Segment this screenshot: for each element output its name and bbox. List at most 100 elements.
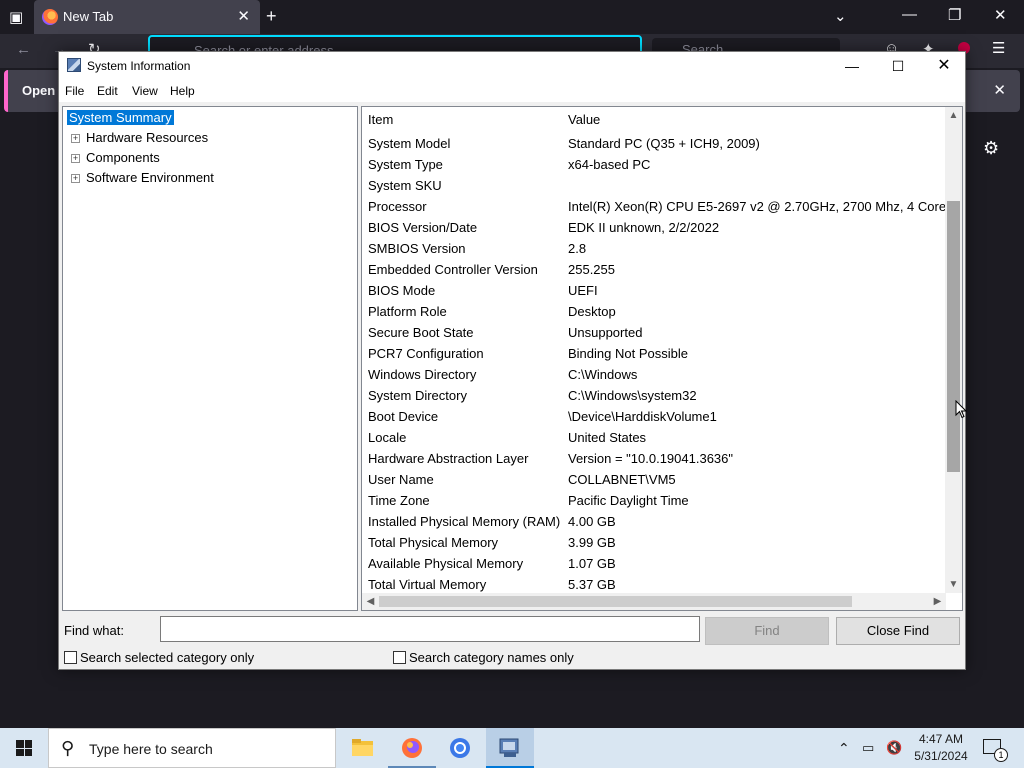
checkbox-box[interactable] [64, 651, 77, 664]
checkbox-box[interactable] [393, 651, 406, 664]
back-arrow-icon[interactable]: ← [16, 41, 31, 58]
start-button[interactable] [0, 728, 48, 768]
table-row[interactable]: System Model Standard PC (Q35 + ICH9, 200… [362, 134, 946, 155]
expand-plus-icon[interactable]: + [71, 134, 80, 143]
row-value-cell: Binding Not Possible [568, 346, 688, 361]
browser-minimize-icon[interactable]: — [902, 6, 917, 23]
column-header-value[interactable]: Value [568, 112, 600, 127]
tab-close-icon[interactable]: ✕ [237, 7, 250, 25]
checkbox-label: Search selected category only [80, 650, 255, 665]
horizontal-scroll-thumb[interactable] [379, 596, 852, 607]
taskbar-system-information[interactable] [486, 728, 534, 768]
tree-item-hardware-resources[interactable]: + Hardware Resources [71, 130, 208, 148]
taskbar-clock[interactable]: 4:47 AM 5/31/2024 [906, 731, 976, 765]
row-value-cell: United States [568, 430, 647, 445]
table-row[interactable]: Processor Intel(R) Xeon(R) CPU E5-2697 v2… [362, 197, 946, 218]
firefox-view-icon[interactable]: ▣ [9, 8, 23, 26]
browser-tab-new-tab[interactable]: New Tab ✕ [34, 0, 260, 34]
table-row[interactable]: Boot Device \Device\HarddiskVolume1 [362, 407, 946, 428]
firefox-logo-icon [42, 9, 58, 25]
table-row[interactable]: BIOS Mode UEFI [362, 281, 946, 302]
row-item-cell: Windows Directory [368, 367, 477, 382]
app-menu-icon[interactable]: ☰ [992, 39, 1005, 57]
tree-item-components[interactable]: + Components [71, 150, 160, 168]
taskbar-firefox[interactable] [388, 728, 436, 768]
table-row[interactable]: Total Physical Memory 3.99 GB [362, 533, 946, 554]
table-row[interactable]: Platform Role Desktop [362, 302, 946, 323]
table-row[interactable]: User Name COLLABNET\VM5 [362, 470, 946, 491]
table-row[interactable]: Available Physical Memory 1.07 GB [362, 554, 946, 575]
tree-item-system-summary[interactable]: System Summary [67, 110, 174, 128]
menu-help[interactable]: Help [170, 84, 195, 98]
scroll-down-icon[interactable]: ▼ [945, 576, 962, 593]
expand-plus-icon[interactable]: + [71, 174, 80, 183]
network-icon[interactable]: ▭ [862, 728, 874, 768]
tree-item-software-environment[interactable]: + Software Environment [71, 170, 214, 188]
row-value-cell: EDK II unknown, 2/2/2022 [568, 220, 720, 235]
find-what-input[interactable] [160, 616, 700, 642]
taskbar-chrome[interactable] [436, 728, 484, 768]
table-row[interactable]: Secure Boot State Unsupported [362, 323, 946, 344]
column-header-item[interactable]: Item [368, 112, 393, 127]
minimize-icon[interactable]: — [829, 52, 875, 80]
table-row[interactable]: Hardware Abstraction Layer Version = "10.… [362, 449, 946, 470]
row-item-cell: Processor [368, 199, 427, 214]
table-row[interactable]: Locale United States [362, 428, 946, 449]
table-row[interactable]: Embedded Controller Version 255.255 [362, 260, 946, 281]
table-row[interactable]: Windows Directory C:\Windows [362, 365, 946, 386]
row-value-cell: x64-based PC [568, 157, 651, 172]
system-information-window: System Information — ☐ ✕ File Edit View … [58, 51, 966, 670]
close-icon[interactable]: ✕ [921, 52, 967, 80]
horizontal-scrollbar[interactable]: ◀ ▶ [362, 593, 946, 610]
vertical-scrollbar[interactable]: ▲ ▼ [945, 107, 962, 593]
vertical-scroll-thumb[interactable] [947, 201, 960, 472]
find-button[interactable]: Find [705, 617, 829, 645]
row-item-cell: System Type [368, 157, 443, 172]
row-value-cell: C:\Windows [568, 367, 638, 382]
menu-file[interactable]: File [65, 84, 84, 98]
notification-text[interactable]: Open l [22, 83, 62, 98]
browser-restore-icon[interactable]: ❐ [948, 6, 961, 24]
show-hidden-icons-chevron-icon[interactable]: ⌃ [838, 728, 850, 768]
table-row[interactable]: SMBIOS Version 2.8 [362, 239, 946, 260]
scroll-left-icon[interactable]: ◀ [362, 593, 379, 610]
table-row[interactable]: Installed Physical Memory (RAM) 4.00 GB [362, 512, 946, 533]
row-item-cell: Platform Role [368, 304, 447, 319]
row-item-cell: PCR7 Configuration [368, 346, 484, 361]
taskbar-search-box[interactable]: ⚲ Type here to search [48, 728, 336, 768]
row-item-cell: System Directory [368, 388, 467, 403]
windows-logo-icon [16, 740, 32, 756]
tab-list-chevron-icon[interactable]: ⌄ [834, 7, 847, 25]
volume-muted-icon[interactable]: 🔇 [886, 728, 902, 768]
browser-close-icon[interactable]: ✕ [994, 6, 1007, 24]
close-find-button[interactable]: Close Find [836, 617, 960, 645]
new-tab-settings-gear-icon[interactable]: ⚙ [983, 138, 999, 159]
maximize-icon[interactable]: ☐ [875, 52, 921, 80]
search-icon: ⚲ [61, 738, 75, 758]
search-selected-category-checkbox[interactable]: Search selected category only [64, 650, 254, 665]
notification-close-icon[interactable]: ✕ [993, 81, 1006, 99]
scroll-up-icon[interactable]: ▲ [945, 107, 962, 124]
taskbar-file-explorer[interactable] [338, 728, 386, 768]
table-row[interactable]: PCR7 Configuration Binding Not Possible [362, 344, 946, 365]
new-tab-icon[interactable]: + [266, 6, 277, 27]
table-row[interactable]: BIOS Version/Date EDK II unknown, 2/2/202… [362, 218, 946, 239]
table-row[interactable]: System Directory C:\Windows\system32 [362, 386, 946, 407]
system-information-app-icon [67, 58, 81, 72]
menu-edit[interactable]: Edit [97, 84, 118, 98]
menu-view[interactable]: View [132, 84, 158, 98]
table-row[interactable]: System Type x64-based PC [362, 155, 946, 176]
table-row[interactable]: System SKU [362, 176, 946, 197]
expand-plus-icon[interactable]: + [71, 154, 80, 163]
row-item-cell: Time Zone [368, 493, 430, 508]
find-what-label: Find what: [64, 623, 124, 638]
scroll-right-icon[interactable]: ▶ [929, 593, 946, 610]
table-row[interactable]: Total Virtual Memory 5.37 GB [362, 575, 946, 593]
row-value-cell: 4.00 GB [568, 514, 616, 529]
search-category-names-checkbox[interactable]: Search category names only [393, 650, 574, 665]
row-value-cell: Version = "10.0.19041.3636" [568, 451, 734, 466]
chrome-icon [450, 738, 470, 758]
window-titlebar[interactable]: System Information — ☐ ✕ [59, 52, 965, 80]
row-value-cell: 2.8 [568, 241, 587, 256]
table-row[interactable]: Time Zone Pacific Daylight Time [362, 491, 946, 512]
